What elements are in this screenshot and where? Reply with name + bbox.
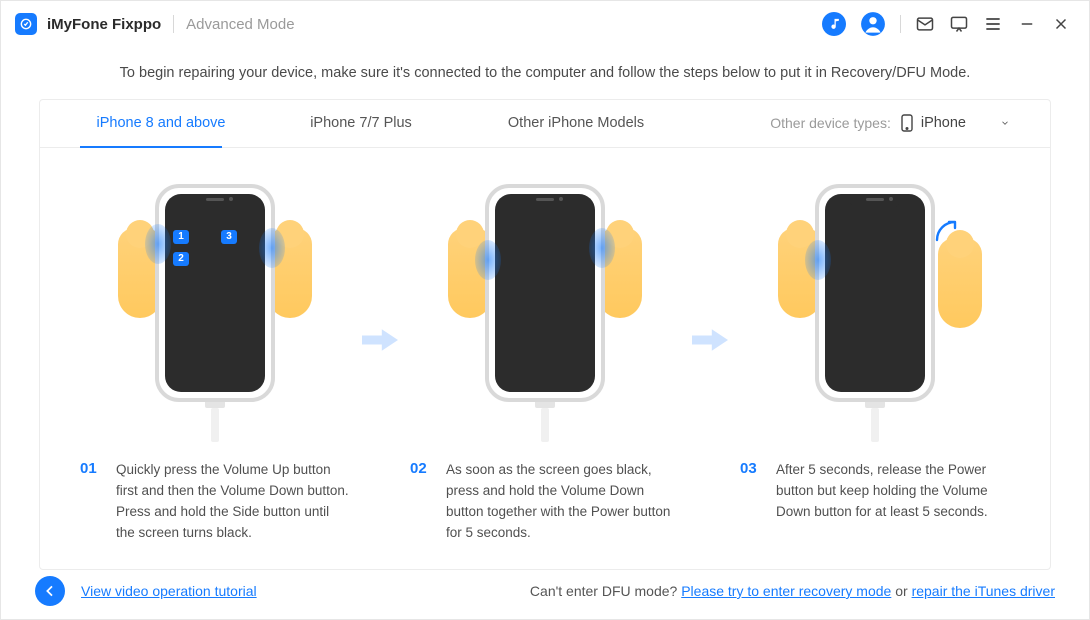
footer-help-text: Can't enter DFU mode? Please try to ente…	[530, 583, 1055, 599]
back-button[interactable]	[35, 576, 65, 606]
steps-row: 1 2 3 01 Quickly press the Volume Up but…	[40, 148, 1050, 570]
step-2: 02 As soon as the screen goes black, pre…	[410, 182, 680, 544]
close-icon[interactable]	[1051, 14, 1071, 34]
step-number: 02	[410, 460, 436, 544]
app-name: iMyFone Fixppo	[47, 16, 161, 33]
repair-itunes-link[interactable]: repair the iTunes driver	[912, 583, 1055, 599]
device-type-select[interactable]: iPhone	[901, 114, 1024, 132]
mail-icon[interactable]	[915, 14, 935, 34]
step-description: Quickly press the Volume Up button first…	[116, 460, 350, 544]
active-tab-underline	[80, 146, 222, 148]
titlebar-separator	[900, 15, 901, 33]
step-3: 03 After 5 seconds, release the Power bu…	[740, 182, 1010, 523]
video-tutorial-link[interactable]: View video operation tutorial	[81, 583, 257, 599]
music-note-icon[interactable]	[822, 12, 846, 36]
step-number: 03	[740, 460, 766, 523]
device-tabs: iPhone 8 and above iPhone 7/7 Plus Other…	[40, 100, 1050, 148]
cant-enter-label: Can't enter DFU mode?	[530, 583, 681, 599]
chevron-down-icon	[1000, 118, 1010, 128]
step-1: 1 2 3 01 Quickly press the Volume Up but…	[80, 182, 350, 544]
badge-2: 2	[173, 252, 189, 266]
tab-iphone-7[interactable]: iPhone 7/7 Plus	[256, 115, 466, 131]
tab-iphone-8-above[interactable]: iPhone 8 and above	[66, 115, 256, 131]
title-divider	[173, 15, 174, 33]
device-type-value: iPhone	[921, 115, 966, 131]
instructions-card: iPhone 8 and above iPhone 7/7 Plus Other…	[39, 99, 1051, 571]
right-hand-icon	[938, 238, 982, 328]
recovery-mode-link[interactable]: Please try to enter recovery mode	[681, 583, 891, 599]
arrow-icon	[362, 327, 398, 358]
footer: View video operation tutorial Can't ente…	[1, 563, 1089, 619]
feedback-icon[interactable]	[949, 14, 969, 34]
titlebar-actions	[822, 11, 1071, 37]
intro-text: To begin repairing your device, make sur…	[91, 63, 999, 85]
badge-1: 1	[173, 230, 189, 244]
step-description: As soon as the screen goes black, press …	[446, 460, 680, 544]
step-description: After 5 seconds, release the Power butto…	[776, 460, 1010, 523]
minimize-icon[interactable]	[1017, 14, 1037, 34]
device-type-label: Other device types:	[770, 115, 891, 131]
mode-label: Advanced Mode	[186, 16, 294, 33]
phone-outline-icon	[901, 114, 913, 132]
phone-illustration: 1 2 3	[155, 184, 275, 402]
phone-illustration	[815, 184, 935, 402]
arrow-icon	[692, 327, 728, 358]
app-logo-icon	[15, 13, 37, 35]
release-arrow-icon	[935, 220, 965, 244]
phone-illustration	[485, 184, 605, 402]
titlebar: iMyFone Fixppo Advanced Mode	[1, 1, 1089, 47]
tab-other-iphone[interactable]: Other iPhone Models	[466, 115, 686, 131]
badge-3: 3	[221, 230, 237, 244]
user-account-icon[interactable]	[860, 11, 886, 37]
or-label: or	[891, 583, 911, 599]
step-number: 01	[80, 460, 106, 544]
menu-icon[interactable]	[983, 14, 1003, 34]
